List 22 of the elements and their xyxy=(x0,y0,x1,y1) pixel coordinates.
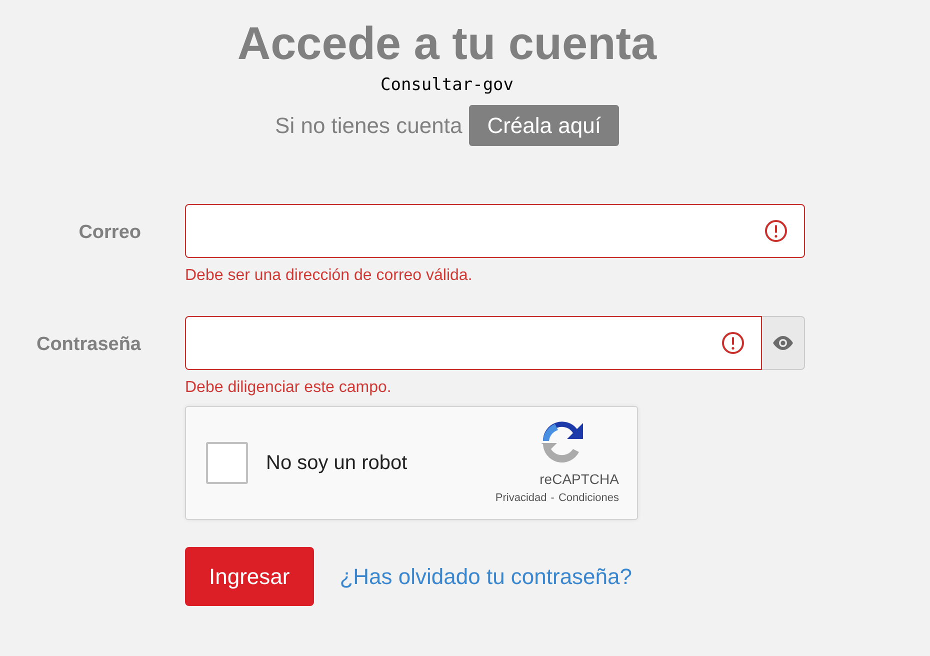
terms-link[interactable]: Condiciones xyxy=(558,490,619,506)
alert-icon xyxy=(764,218,788,242)
alert-icon xyxy=(721,330,745,354)
privacy-link[interactable]: Privacidad xyxy=(495,490,547,506)
signup-button[interactable]: Créala aquí xyxy=(469,104,619,146)
field-label: Correo xyxy=(78,220,141,244)
captcha-label: No soy un robot xyxy=(266,450,408,476)
field-label: Contraseña xyxy=(35,332,141,356)
email-field[interactable] xyxy=(185,204,805,258)
show-password-icon[interactable] xyxy=(762,316,805,370)
page-heading: Accede a tu cuenta xyxy=(236,20,658,66)
captcha-checkbox[interactable] xyxy=(206,442,248,484)
password-field[interactable] xyxy=(185,316,762,370)
error-message: Debe diligenciar este campo. xyxy=(185,378,392,398)
error-message: Debe ser una dirección de correo válida. xyxy=(185,266,474,286)
recaptcha-brand: reCAPTCHA xyxy=(540,470,619,489)
signup-prompt: Si no tienes cuenta xyxy=(275,112,462,140)
submit-button[interactable]: Ingresar xyxy=(185,546,314,606)
separator-text: - xyxy=(550,490,554,506)
recaptcha-logo-icon xyxy=(539,418,585,465)
site-name: Consultar-gov xyxy=(379,74,515,97)
forgot-password-link[interactable]: ¿Has olvidado tu contraseña? xyxy=(340,560,632,592)
